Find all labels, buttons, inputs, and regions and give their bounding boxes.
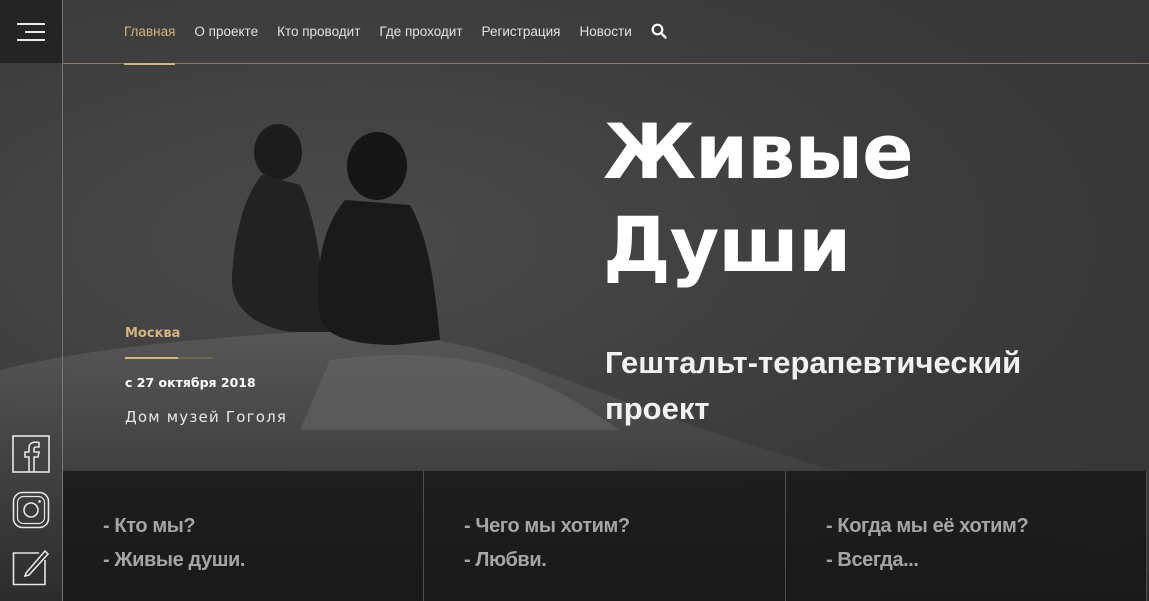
event-venue: Дом музей Гоголя — [125, 408, 288, 426]
nav-item-location[interactable]: Где проходит — [379, 24, 462, 39]
hero-title-line2: Души — [603, 200, 851, 289]
event-city: Москва — [125, 326, 181, 341]
hero-subtitle: Гештальт-терапевтический проект — [605, 340, 1085, 432]
edit-icon[interactable] — [12, 548, 50, 586]
qa-question: - Кто мы? — [103, 515, 196, 537]
nav-item-registration[interactable]: Регистрация — [482, 24, 561, 39]
hamburger-menu-icon[interactable] — [0, 0, 62, 63]
hero-subtitle-line1: Гештальт-терапевтический — [605, 345, 1022, 380]
qa-column: - Когда мы её хотим? - Всегда... — [786, 471, 1147, 601]
top-navigation: Главная О проекте Кто проводит Где прохо… — [63, 0, 1149, 65]
event-date: с 27 октября 2018 — [125, 375, 256, 390]
qa-answer: - Любви. — [464, 549, 547, 571]
facebook-icon[interactable] — [12, 435, 50, 473]
instagram-icon[interactable] — [12, 491, 50, 529]
nav-item-about[interactable]: О проекте — [194, 24, 258, 39]
hero-title: Живые Души — [603, 105, 914, 291]
search-icon[interactable] — [651, 23, 667, 39]
page: Главная О проекте Кто проводит Где прохо… — [0, 0, 1149, 601]
left-rail — [0, 0, 63, 601]
qa-band: - Кто мы? - Живые души. - Чего мы хотим?… — [63, 471, 1147, 601]
city-divider — [125, 357, 213, 359]
nav-list: Главная О проекте Кто проводит Где прохо… — [124, 23, 667, 65]
nav-item-news[interactable]: Новости — [579, 24, 631, 39]
qa-answer: - Живые души. — [103, 549, 246, 571]
qa-answer: - Всегда... — [826, 549, 919, 571]
nav-item-hosts[interactable]: Кто проводит — [277, 24, 360, 39]
qa-question: - Чего мы хотим? — [464, 515, 630, 537]
qa-question: - Когда мы её хотим? — [826, 515, 1029, 537]
nav-item-home[interactable]: Главная — [124, 24, 176, 65]
hero-title-line1: Живые — [603, 107, 914, 196]
qa-column: - Кто мы? - Живые души. — [63, 471, 424, 601]
qa-column: - Чего мы хотим? - Любви. — [424, 471, 786, 601]
hero-subtitle-line2: проект — [605, 391, 710, 426]
